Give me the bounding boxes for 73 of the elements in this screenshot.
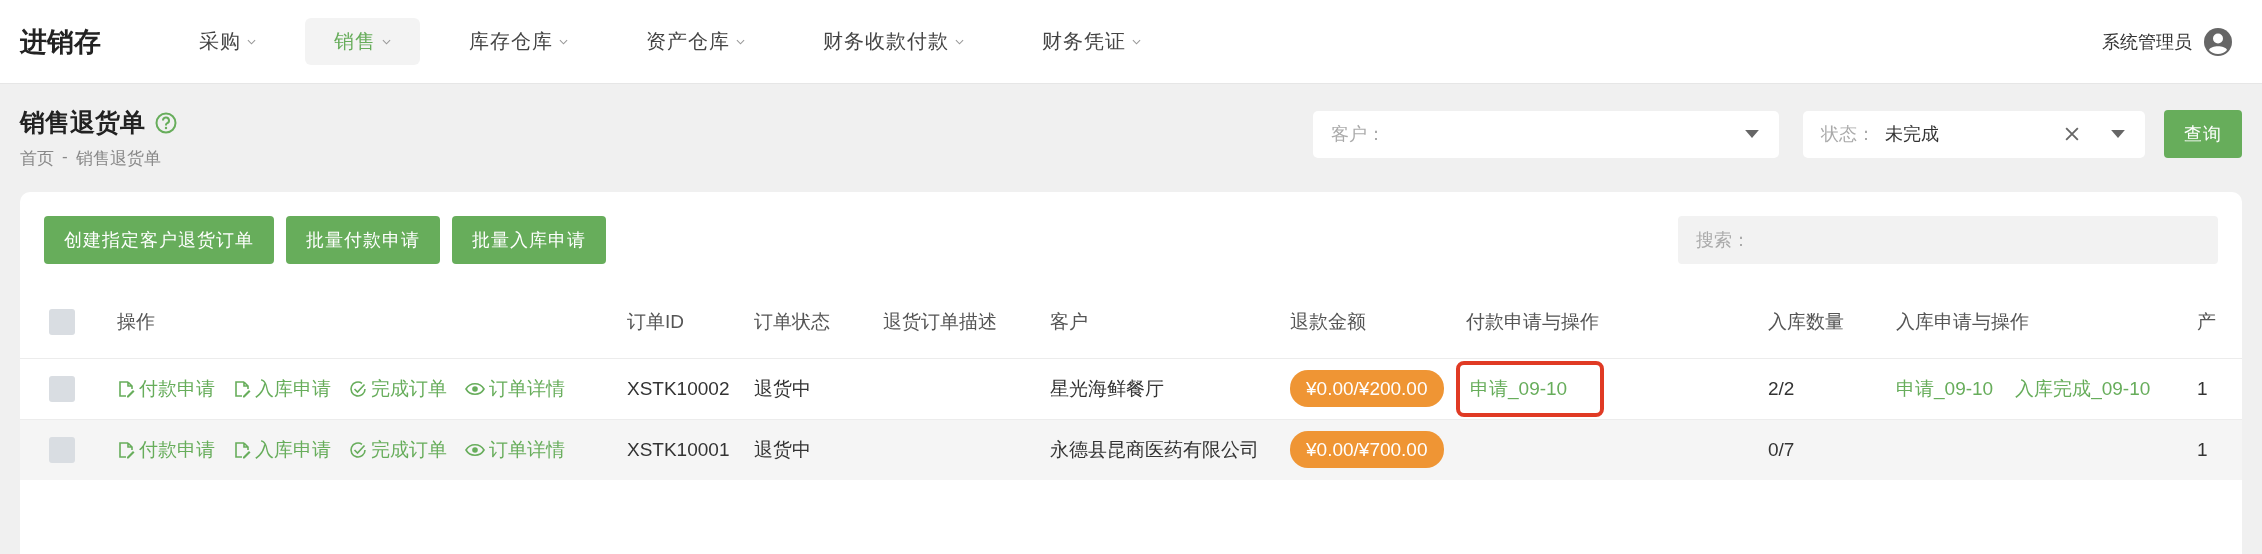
nav-menu-item[interactable]: 销售 [305,18,420,65]
chevron-down-icon [955,38,964,45]
edit-document-icon [233,380,251,398]
amount-badge: ¥0.00/¥700.00 [1290,431,1444,468]
chevron-down-icon [559,38,568,45]
column-header: 入库数量 [1768,311,1844,332]
customer-select[interactable]: 客户： [1313,110,1779,158]
toolbar-button[interactable]: 批量付款申请 [286,216,440,264]
table-cell: 退货中 [754,378,811,399]
action-link[interactable]: 完成订单 [349,376,447,402]
table-cell: XSTK10001 [627,439,730,460]
action-link[interactable]: 订单详情 [465,376,565,402]
column-header: 操作 [117,311,155,332]
nav-menu-item[interactable]: 库存仓库 [440,18,597,65]
table-cell: 星光海鲜餐厅 [1050,378,1164,399]
edit-document-icon [233,441,251,459]
user-avatar-icon[interactable] [2204,27,2232,56]
column-header: 付款申请与操作 [1466,311,1599,332]
dropdown-icon[interactable] [2111,130,2125,138]
chevron-down-icon [736,38,745,45]
checkbox[interactable] [49,376,75,402]
action-link[interactable]: 入库申请 [233,437,331,463]
edit-document-icon [117,441,135,459]
nav-menu-item[interactable]: 财务凭证 [1013,18,1170,65]
action-link[interactable]: 付款申请 [117,376,215,402]
action-link[interactable]: 完成订单 [349,437,447,463]
column-header: 入库申请与操作 [1896,311,2029,332]
table-cell: 0/7 [1768,439,1795,460]
chevron-down-icon [382,38,391,45]
query-button[interactable]: 查询 [2164,110,2242,158]
table-cell: 退货中 [754,439,811,460]
action-link[interactable]: 付款申请 [117,437,215,463]
checkbox[interactable] [49,437,75,463]
search-field[interactable]: 搜索： [1678,216,2218,264]
action-link[interactable]: 入库申请 [233,376,331,402]
breadcrumb-item: - [62,147,68,168]
edit-document-icon [117,380,135,398]
check-circle-icon [349,380,367,398]
breadcrumb-item[interactable]: 首页 [20,147,54,170]
page-title: 销售退货单 [20,107,145,138]
stock-link[interactable]: 申请_09-10 [1896,378,1994,399]
chevron-down-icon [247,38,256,45]
table-cell: 1 [2197,439,2208,460]
column-header: 订单ID [627,311,684,332]
check-circle-icon [349,441,367,459]
nav-menu-item[interactable]: 资产仓库 [617,18,774,65]
eye-icon [465,441,485,459]
column-header: 订单状态 [754,311,830,332]
eye-icon [465,380,485,398]
table-cell: XSTK10002 [627,378,730,399]
clear-icon[interactable] [2065,127,2079,141]
table-cell: 1 [2197,378,2208,399]
column-header: 退款金额 [1290,311,1366,332]
column-header: 客户 [1050,311,1088,332]
nav-menu-item[interactable]: 财务收款付款 [794,18,993,65]
amount-badge: ¥0.00/¥200.00 [1290,370,1444,407]
payment-link[interactable]: 申请_09-10 [1470,376,1568,402]
toolbar-button[interactable]: 批量入库申请 [452,216,606,264]
nav-menu-item[interactable]: 采购 [170,18,285,65]
breadcrumb-item: 销售退货单 [75,148,161,170]
user-name[interactable]: 系统管理员 [2102,29,2192,54]
checkbox[interactable] [49,309,75,335]
chevron-down-icon [1132,38,1141,45]
column-header: 产 [2197,311,2216,332]
action-link[interactable]: 订单详情 [465,437,565,463]
column-header: 退货订单描述 [883,311,997,332]
table-cell: 永德县昆商医药有限公司 [1050,439,1259,460]
dropdown-icon[interactable] [1745,130,1759,138]
table-cell: 2/2 [1768,378,1795,399]
stock-link[interactable]: 入库完成_09-10 [2015,378,2151,399]
status-select[interactable]: 状态： 未完成 [1803,110,2145,158]
toolbar-button[interactable]: 创建指定客户退货订单 [44,216,274,264]
app-title: 进销存 [20,25,102,59]
